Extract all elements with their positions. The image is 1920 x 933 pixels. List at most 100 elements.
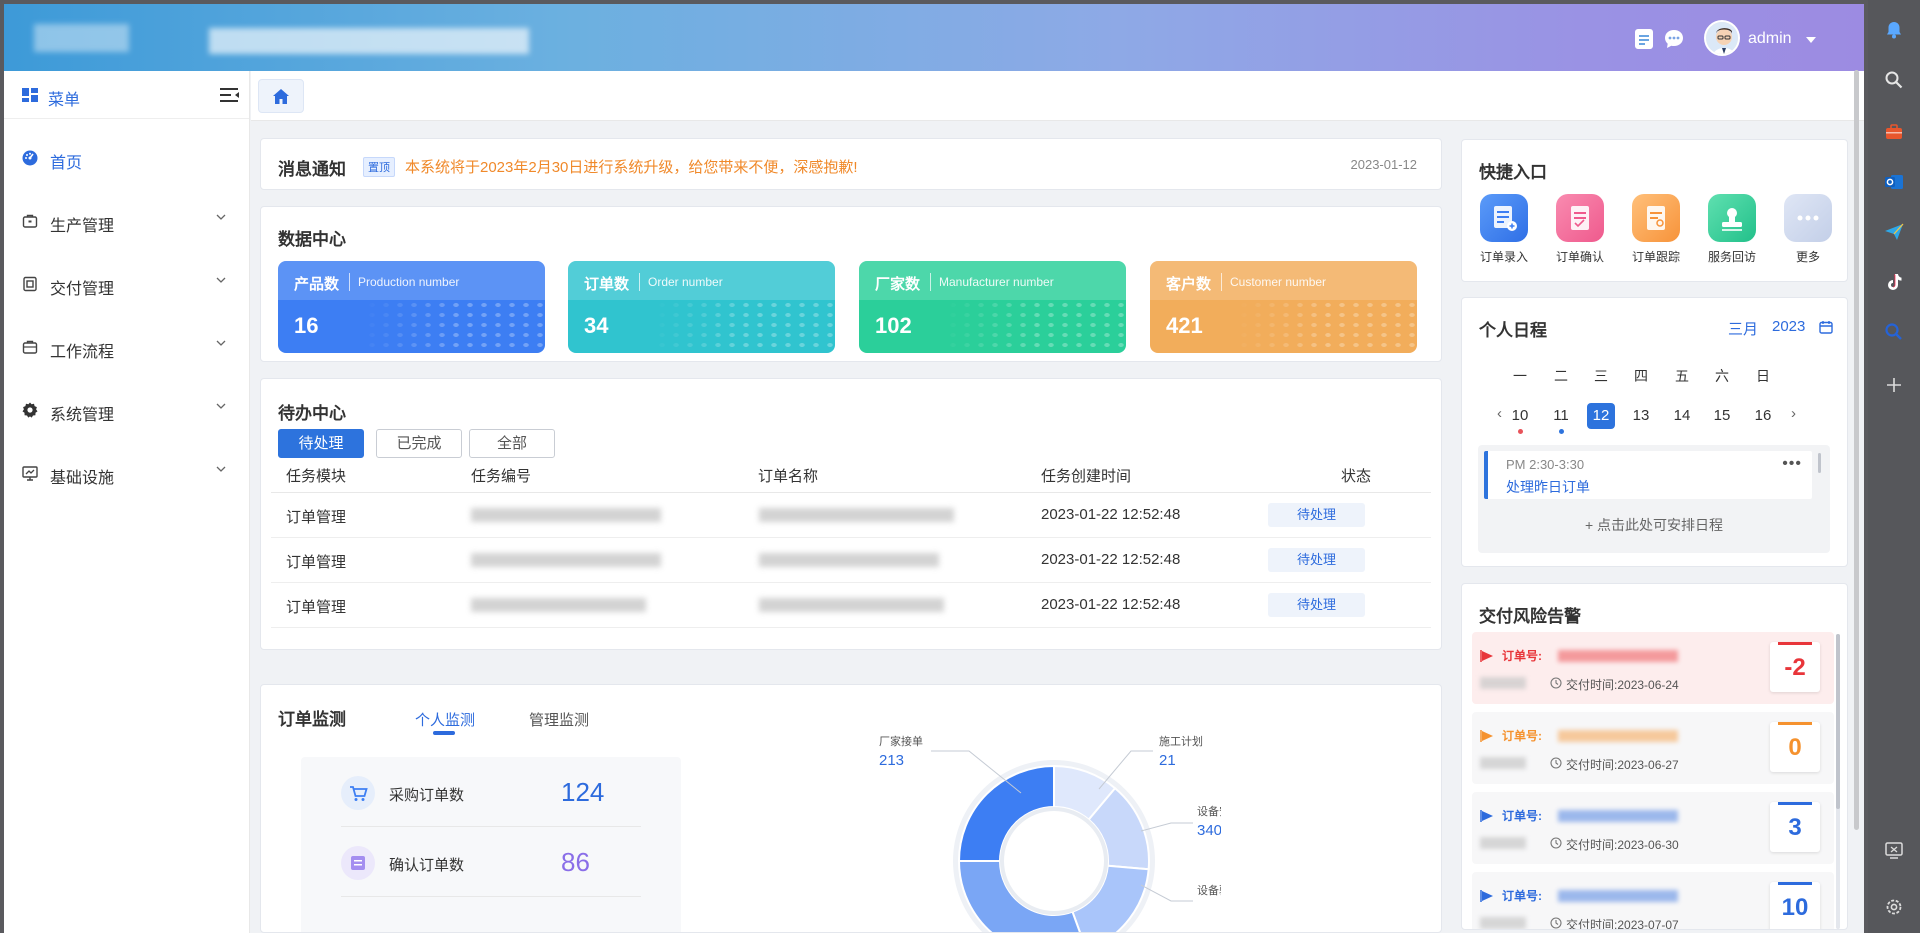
risk-item[interactable]: 订单号: 交付时间:2023-06-24 -2 <box>1472 632 1834 704</box>
days-remaining: 10 <box>1781 894 1809 921</box>
calendar-day[interactable]: 13 <box>1627 403 1655 429</box>
sidebar-item-system[interactable]: 系统管理 <box>4 379 249 442</box>
stat-card-orders[interactable]: 订单数 Order number 34 <box>568 261 835 353</box>
weekday-label: 三 <box>1594 368 1608 384</box>
tiktok-icon[interactable] <box>1884 272 1904 292</box>
sidebar-item-label: 交付管理 <box>50 281 115 298</box>
cell-created-time: 2023-01-22 12:52:48 <box>1041 596 1181 613</box>
tab-admin-monitor[interactable]: 管理监测 <box>529 709 589 730</box>
toolbox-icon[interactable] <box>1884 122 1904 142</box>
quick-label: 订单确认 <box>1555 250 1604 264</box>
quick-order-confirm[interactable]: 订单确认 <box>1544 194 1616 265</box>
monitor-stats-panel: 采购订单数 124 确认订单数 86 <box>301 757 681 932</box>
schedule-event[interactable]: PM 2:30-3:30 处理昨日订单 ••• <box>1484 451 1812 499</box>
order-number-label: 订单号: <box>1502 649 1542 663</box>
calendar-day[interactable]: 16 <box>1749 403 1777 429</box>
confirmed-orders-stat[interactable]: 确认订单数 86 <box>341 827 641 897</box>
sidebar-item-home[interactable]: 首页 <box>4 127 249 190</box>
calendar-day[interactable]: 11 <box>1547 403 1575 429</box>
stat-card-products[interactable]: 产品数 Production number 16 <box>278 261 545 353</box>
user-menu-caret-icon[interactable] <box>1806 37 1816 43</box>
quick-label: 更多 <box>1795 250 1820 264</box>
cell-task-id-redacted <box>471 598 646 612</box>
filter-pending-button[interactable]: 待处理 <box>278 429 364 458</box>
calendar-day[interactable]: 15 <box>1708 403 1736 429</box>
weekday-label: 六 <box>1715 368 1729 384</box>
event-scrollbar[interactable] <box>1818 453 1821 473</box>
more-options-icon[interactable]: ••• <box>1782 455 1802 473</box>
bell-icon[interactable] <box>1884 20 1904 40</box>
quick-order-track[interactable]: 订单跟踪 <box>1620 194 1692 265</box>
order-number-redacted <box>1558 650 1678 662</box>
days-remaining-badge: 0 <box>1770 722 1820 772</box>
prev-week-icon[interactable]: ‹ <box>1497 405 1502 422</box>
window-scrollbar[interactable] <box>1854 70 1859 830</box>
status-badge[interactable]: 待处理 <box>1268 548 1365 572</box>
quick-access-title: 快捷入口 <box>1479 163 1547 182</box>
delivery-risk-title: 交付风险告警 <box>1479 607 1581 626</box>
risk-scrollbar[interactable] <box>1836 634 1840 929</box>
calendar-day[interactable]: 10 <box>1506 403 1534 429</box>
tab-home[interactable] <box>258 79 304 113</box>
quick-more[interactable]: 更多 <box>1772 194 1844 265</box>
add-schedule-button[interactable]: + 点击此处可安排日程 <box>1478 515 1830 535</box>
status-badge[interactable]: 待处理 <box>1268 503 1365 527</box>
document-icon[interactable] <box>1632 27 1656 51</box>
data-center-card: 数据中心 产品数 Production number 16 订单数 Order … <box>260 206 1442 362</box>
table-row[interactable]: 订单管理 2023-01-22 12:52:48 待处理 <box>271 493 1431 538</box>
cell-order-name-redacted <box>759 598 944 612</box>
send-icon[interactable] <box>1884 222 1904 242</box>
sidebar-item-production[interactable]: 生产管理 <box>4 190 249 253</box>
risk-item[interactable]: 订单号: 交付时间:2023-07-07 10 <box>1472 872 1834 929</box>
schedule-year[interactable]: 2023 <box>1772 318 1805 335</box>
calendar-day[interactable]: 14 <box>1668 403 1696 429</box>
days-remaining: 0 <box>1788 734 1802 761</box>
risk-item[interactable]: 订单号: 交付时间:2023-06-30 3 <box>1472 792 1834 864</box>
collapse-menu-icon[interactable] <box>220 87 240 103</box>
table-row[interactable]: 订单管理 2023-01-22 12:52:48 待处理 <box>271 583 1431 628</box>
status-badge[interactable]: 待处理 <box>1268 593 1365 617</box>
column-header-module: 任务模块 <box>286 468 347 485</box>
screenshot-icon[interactable] <box>1884 840 1904 860</box>
cell-module: 订单管理 <box>286 599 347 616</box>
flag-icon <box>1480 650 1493 662</box>
schedule-month[interactable]: 三月 <box>1728 318 1758 339</box>
quick-order-entry[interactable]: 订单录入 <box>1468 194 1540 265</box>
next-week-icon[interactable]: › <box>1791 405 1796 422</box>
sidebar-item-delivery[interactable]: 交付管理 <box>4 253 249 316</box>
tab-personal-monitor[interactable]: 个人监测 <box>415 709 475 730</box>
cart-icon <box>341 776 375 810</box>
filter-done-button[interactable]: 已完成 <box>376 429 462 458</box>
scrollbar-thumb[interactable] <box>1836 634 1840 809</box>
stat-divider <box>349 273 350 291</box>
order-number-redacted <box>1558 810 1678 822</box>
purchase-orders-stat[interactable]: 采购订单数 124 <box>341 757 641 827</box>
notice-text[interactable]: 本系统将于2023年2月30日进行系统升级，给您带来不便，深感抱歉! <box>405 156 858 177</box>
stat-card-manufacturers[interactable]: 厂家数 Manufacturer number 102 <box>859 261 1126 353</box>
sidebar-item-infrastructure[interactable]: 基础设施 <box>4 442 249 505</box>
risk-item[interactable]: 订单号: 交付时间:2023-06-27 0 <box>1472 712 1834 784</box>
sidebar-item-workflow[interactable]: 工作流程 <box>4 316 249 379</box>
gear-icon[interactable] <box>1884 897 1904 917</box>
plus-icon[interactable] <box>1884 375 1904 395</box>
user-name[interactable]: admin <box>1748 30 1792 48</box>
stat-card-customers[interactable]: 客户数 Customer number 421 <box>1150 261 1417 353</box>
event-time: PM 2:30-3:30 <box>1506 457 1585 472</box>
calendar-icon[interactable] <box>1819 320 1833 334</box>
quick-service-visit[interactable]: 服务回访 <box>1696 194 1768 265</box>
search-icon[interactable] <box>1884 70 1904 90</box>
search-blue-icon[interactable] <box>1884 322 1904 342</box>
avatar[interactable] <box>1704 20 1740 56</box>
table-row[interactable]: 订单管理 2023-01-22 12:52:48 待处理 <box>271 538 1431 583</box>
clock-icon <box>1550 837 1562 849</box>
order-monitor-card: 订单监测 个人监测 管理监测 采购订单数 124 确认订单数 86 厂家接单 21… <box>260 684 1442 933</box>
outlook-icon[interactable] <box>1884 172 1904 192</box>
stat-label: 客户数 <box>1166 276 1212 293</box>
filter-all-button[interactable]: 全部 <box>469 429 555 458</box>
order-number-redacted <box>1558 730 1678 742</box>
calendar-day-today[interactable]: 12 <box>1587 403 1615 429</box>
stat-value: 16 <box>294 313 319 338</box>
chat-icon[interactable] <box>1662 27 1686 51</box>
badge-accent-bar <box>1778 722 1812 725</box>
flag-icon <box>1480 730 1493 742</box>
